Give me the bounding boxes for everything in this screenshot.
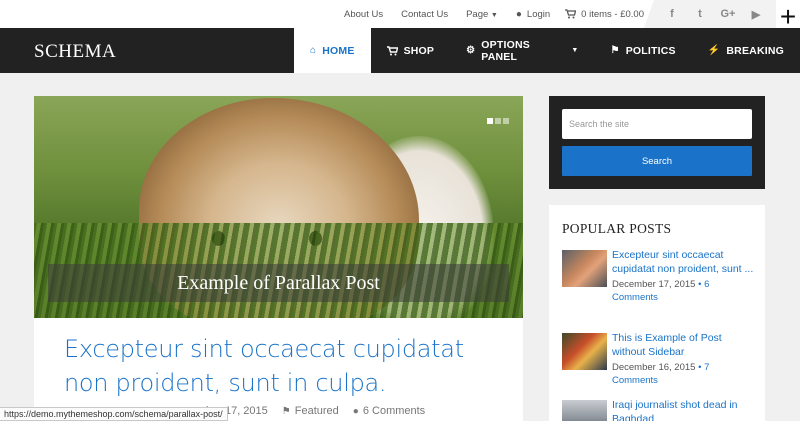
top-links: About Us Contact Us Page ▼ ● Login 0 ite… bbox=[335, 0, 648, 28]
nav-politics[interactable]: ⚑ POLITICS bbox=[595, 28, 692, 73]
contact-us-link[interactable]: Contact Us bbox=[392, 9, 457, 20]
post-thumbnail[interactable] bbox=[562, 250, 607, 287]
status-bar-url: https://demo.mythemeshop.com/schema/para… bbox=[0, 407, 228, 421]
youtube-icon[interactable]: ▶ bbox=[748, 8, 764, 21]
nav-politics-label: POLITICS bbox=[625, 44, 676, 57]
nav-shop-label: SHOP bbox=[403, 44, 435, 57]
about-us-link[interactable]: About Us bbox=[335, 9, 392, 20]
popular-post-title[interactable]: This is Example of Post without Sidebar bbox=[612, 331, 757, 359]
cart-link[interactable]: 0 items - £0.00 bbox=[559, 9, 648, 20]
popular-posts-widget: POPULAR POSTS Excepteur sint occaecat cu… bbox=[549, 205, 765, 421]
post-comments-label: 6 Comments bbox=[362, 405, 426, 417]
slider-dot[interactable] bbox=[503, 118, 509, 124]
nav-options-panel[interactable]: ⚙ OPTIONS PANEL ▼ bbox=[450, 28, 594, 73]
twitter-icon[interactable]: t bbox=[692, 8, 708, 20]
user-icon: ● bbox=[515, 8, 522, 20]
social-links: f t G+ ▶ bbox=[644, 0, 776, 28]
popular-posts-title: POPULAR POSTS bbox=[562, 221, 672, 236]
tag-icon: ⚑ bbox=[281, 405, 291, 417]
nav-breaking-label: BREAKING bbox=[726, 44, 784, 57]
site-logo[interactable]: SCHEMA bbox=[34, 41, 116, 63]
nav-home[interactable]: ⌂ HOME bbox=[294, 28, 371, 73]
comments-icon: ● bbox=[352, 405, 359, 417]
page-menu-link[interactable]: Page ▼ bbox=[457, 9, 507, 20]
bolt-icon: ⚡ bbox=[707, 45, 721, 56]
slide-caption[interactable]: Example of Parallax Post bbox=[48, 264, 509, 302]
popular-post-title[interactable]: Excepteur sint occaecat cupidatat non pr… bbox=[612, 248, 757, 276]
post-comments[interactable]: ● 6 Comments bbox=[353, 405, 425, 417]
search-input[interactable] bbox=[562, 109, 752, 139]
top-bar: About Us Contact Us Page ▼ ● Login 0 ite… bbox=[0, 0, 800, 28]
home-icon: ⌂ bbox=[310, 45, 317, 56]
cogs-icon: ⚙ bbox=[466, 45, 476, 56]
nav-shop[interactable]: SHOP bbox=[371, 28, 451, 73]
page-menu-label: Page bbox=[466, 8, 489, 20]
popular-post-title[interactable]: Iraqi journalist shot dead in Baghdad bbox=[612, 398, 757, 421]
nav-home-label: HOME bbox=[322, 44, 355, 57]
popular-post-date: December 17, 2015 bbox=[612, 279, 696, 290]
caret-down-icon: ▼ bbox=[490, 11, 498, 19]
post-thumbnail[interactable] bbox=[562, 333, 607, 370]
main-nav: ⌂ HOME SHOP ⚙ OPTIONS PANEL ▼ ⚑ POLITICS… bbox=[294, 28, 800, 73]
google-plus-icon[interactable]: G+ bbox=[720, 8, 736, 20]
post-category-label: Featured bbox=[294, 405, 339, 417]
popular-post-date: December 16, 2015 bbox=[612, 362, 696, 373]
facebook-icon[interactable]: f bbox=[664, 8, 680, 20]
caret-down-icon: ▼ bbox=[571, 47, 579, 54]
slider-dot[interactable] bbox=[495, 118, 501, 124]
cart-icon bbox=[565, 9, 577, 19]
slider-dots bbox=[487, 118, 509, 124]
flag-icon: ⚑ bbox=[610, 45, 620, 56]
search-button[interactable]: Search bbox=[562, 146, 752, 176]
post-category[interactable]: ⚑ Featured bbox=[282, 405, 339, 417]
search-widget: Search bbox=[549, 96, 765, 189]
post-thumbnail[interactable] bbox=[562, 400, 607, 421]
cart-summary: 0 items - £0.00 bbox=[581, 8, 644, 20]
cart-icon bbox=[386, 45, 398, 55]
nav-options-label: OPTIONS PANEL bbox=[481, 38, 530, 63]
featured-slider[interactable]: Example of Parallax Post bbox=[34, 96, 523, 318]
popular-post-meta: December 16, 2015 • 7 Comments bbox=[612, 361, 757, 387]
popular-post-meta: December 17, 2015 • 6 Comments bbox=[612, 278, 757, 304]
post-title[interactable]: Excepteur sint occaecat cupidatat non pr… bbox=[64, 332, 514, 400]
login-label: Login bbox=[526, 8, 551, 20]
site-header: SCHEMA ⌂ HOME SHOP ⚙ OPTIONS PANEL ▼ ⚑ P… bbox=[0, 28, 800, 73]
login-link[interactable]: ● Login bbox=[507, 9, 559, 20]
slider-dot[interactable] bbox=[487, 118, 493, 124]
post-card: Excepteur sint occaecat cupidatat non pr… bbox=[34, 318, 523, 421]
nav-breaking[interactable]: ⚡ BREAKING bbox=[692, 28, 800, 73]
